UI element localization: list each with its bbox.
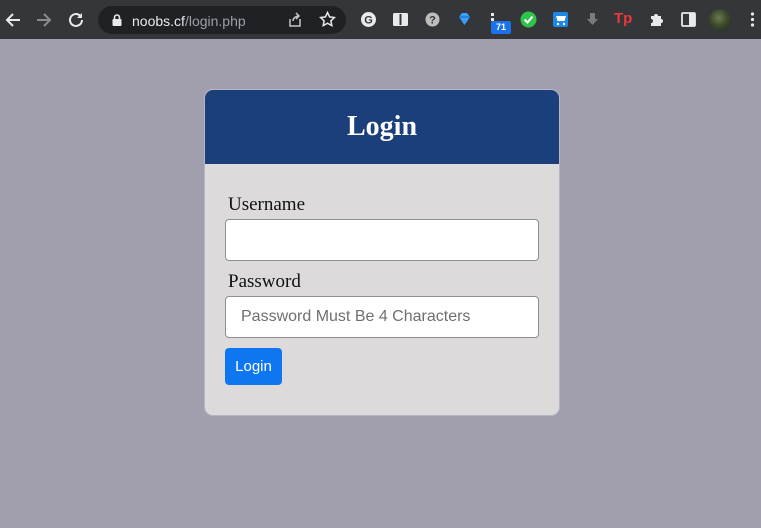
- svg-text:?: ?: [429, 15, 436, 27]
- share-icon[interactable]: [287, 12, 303, 28]
- back-arrow-icon: [5, 13, 20, 27]
- svg-text:G: G: [364, 15, 373, 27]
- checkmark-icon[interactable]: [520, 11, 537, 28]
- side-panel-icon[interactable]: [680, 11, 697, 28]
- reload-icon: [69, 12, 83, 27]
- reader-icon[interactable]: [392, 11, 409, 28]
- extension-badge: 71: [491, 21, 511, 34]
- kebab-menu-icon[interactable]: [744, 11, 761, 28]
- password-label: Password: [228, 271, 301, 292]
- url-path: /login.php: [184, 13, 246, 29]
- reload-button[interactable]: [65, 9, 87, 31]
- username-input[interactable]: [225, 219, 539, 261]
- password-input[interactable]: [225, 296, 539, 338]
- url-host: noobs.cf: [132, 13, 185, 29]
- tp-icon[interactable]: Tp: [614, 10, 632, 27]
- cart-icon[interactable]: [552, 11, 569, 28]
- forward-button[interactable]: [33, 9, 55, 31]
- address-bar[interactable]: noobs.cf/login.php: [98, 6, 346, 34]
- gem-icon[interactable]: [456, 11, 473, 28]
- back-button[interactable]: [2, 9, 24, 31]
- grammarly-icon[interactable]: G: [360, 11, 377, 28]
- forward-arrow-icon: [37, 13, 52, 27]
- profile-avatar[interactable]: [709, 9, 731, 31]
- puzzle-icon[interactable]: [648, 11, 665, 28]
- login-button[interactable]: Login: [225, 348, 282, 385]
- login-card: Login Username Password Login: [204, 89, 560, 416]
- lock-icon: [112, 14, 122, 26]
- username-label: Username: [228, 194, 306, 215]
- browser-toolbar: noobs.cf/login.php G ? 71 Tp: [0, 0, 761, 39]
- address-url: noobs.cf/login.php: [132, 13, 246, 29]
- star-icon[interactable]: [319, 11, 336, 28]
- login-title: Login: [346, 111, 418, 142]
- help-circle-icon[interactable]: ?: [424, 11, 441, 28]
- login-card-header: Login: [205, 90, 559, 164]
- download-icon[interactable]: [584, 11, 601, 28]
